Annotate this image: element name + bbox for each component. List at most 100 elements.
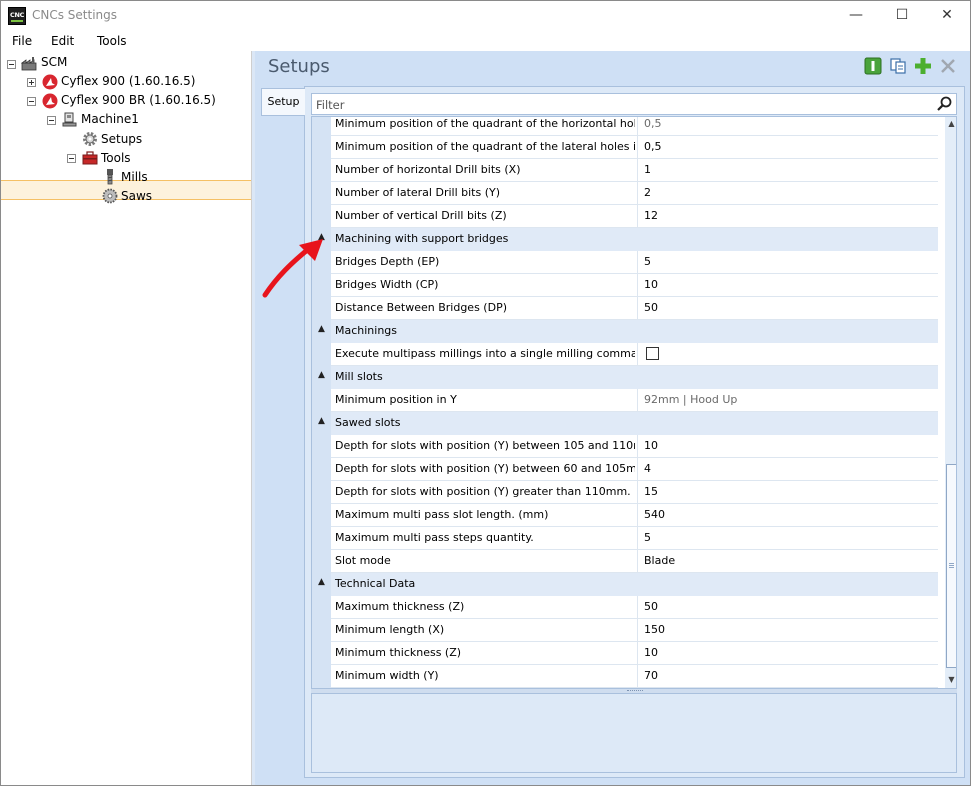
property-row[interactable]: Depth for slots with position (Y) greate… xyxy=(331,481,938,504)
scroll-down-arrow-icon[interactable]: ▼ xyxy=(946,674,956,685)
category-row[interactable]: ▲ Machining with support bridges xyxy=(318,228,938,251)
search-icon[interactable] xyxy=(936,96,954,112)
property-name: Maximum thickness (Z) xyxy=(335,600,465,613)
tree-item-saws[interactable]: Saws xyxy=(121,187,152,206)
factory-icon xyxy=(21,57,37,71)
property-value[interactable]: 92mm | Hood Up xyxy=(644,393,737,406)
property-row[interactable]: Depth for slots with position (Y) betwee… xyxy=(331,435,938,458)
grid-gutter xyxy=(312,117,331,688)
property-row[interactable]: Depth for slots with position (Y) betwee… xyxy=(331,458,938,481)
tree-item-scm[interactable]: SCM xyxy=(41,53,67,72)
tree-item-setups[interactable]: Setups xyxy=(101,130,142,149)
property-value[interactable]: 15 xyxy=(644,485,658,498)
menu-edit[interactable]: Edit xyxy=(51,34,74,48)
property-name: Number of vertical Drill bits (Z) xyxy=(335,209,507,222)
property-row[interactable]: Bridges Width (CP) 10 xyxy=(331,274,938,297)
info-icon[interactable] xyxy=(864,57,882,75)
minimize-button[interactable]: — xyxy=(833,1,879,31)
property-value[interactable]: 0,5 xyxy=(644,117,662,130)
collapse-toggle[interactable] xyxy=(27,97,36,106)
property-row[interactable]: Maximum thickness (Z) 50 xyxy=(331,596,938,619)
property-panel: Filter Minimum position of the quadrant … xyxy=(304,86,965,778)
property-row[interactable]: Maximum multi pass steps quantity. 5 xyxy=(331,527,938,550)
property-value[interactable]: 1 xyxy=(644,163,651,176)
menu-file[interactable]: File xyxy=(12,34,32,48)
category-row[interactable]: ▲ Technical Data xyxy=(318,573,938,596)
property-row[interactable]: Minimum thickness (Z) 10 xyxy=(331,642,938,665)
tree-item-mills[interactable]: Mills xyxy=(121,168,148,187)
expand-toggle[interactable] xyxy=(27,78,36,87)
filter-input[interactable]: Filter xyxy=(311,93,957,115)
property-row[interactable]: Number of lateral Drill bits (Y) 2 xyxy=(331,182,938,205)
property-row[interactable]: Minimum position of the quadrant of the … xyxy=(331,136,938,159)
property-value[interactable]: 50 xyxy=(644,600,658,613)
tree-item-tools[interactable]: Tools xyxy=(101,149,131,168)
collapse-toggle[interactable] xyxy=(47,116,56,125)
property-value[interactable]: 4 xyxy=(644,462,651,475)
tree-item-cyflex-900-br[interactable]: Cyflex 900 BR (1.60.16.5) xyxy=(61,91,216,110)
menu-bar: File Edit Tools xyxy=(1,31,970,51)
property-value[interactable]: 12 xyxy=(644,209,658,222)
collapse-caret-icon[interactable]: ▲ xyxy=(318,577,325,587)
copy-icon[interactable] xyxy=(889,57,907,75)
vertical-scrollbar[interactable]: ▲ ▼ xyxy=(945,117,956,688)
category-label: Mill slots xyxy=(335,370,383,383)
property-value[interactable]: 70 xyxy=(644,669,658,682)
scrollbar-thumb[interactable] xyxy=(946,464,956,668)
maximize-button[interactable]: ☐ xyxy=(879,1,925,31)
property-row[interactable]: Bridges Depth (EP) 5 xyxy=(331,251,938,274)
property-value[interactable]: 50 xyxy=(644,301,658,314)
add-icon[interactable] xyxy=(914,57,932,75)
property-value[interactable]: 540 xyxy=(644,508,665,521)
property-row[interactable]: Execute multipass millings into a single… xyxy=(331,343,938,366)
collapse-caret-icon[interactable]: ▲ xyxy=(318,370,325,380)
collapse-caret-icon[interactable]: ▲ xyxy=(318,416,325,426)
property-row[interactable]: Maximum multi pass slot length. (mm) 540 xyxy=(331,504,938,527)
property-value[interactable]: 5 xyxy=(644,255,651,268)
property-value[interactable]: 0,5 xyxy=(644,140,662,153)
property-name: Number of horizontal Drill bits (X) xyxy=(335,163,521,176)
property-name: Minimum position of the quadrant of the … xyxy=(335,117,635,130)
delete-icon[interactable] xyxy=(939,57,957,75)
property-row[interactable]: Number of vertical Drill bits (Z) 12 xyxy=(331,205,938,228)
property-value[interactable]: 10 xyxy=(644,278,658,291)
property-name: Minimum width (Y) xyxy=(335,669,439,682)
category-row[interactable]: ▲ Machinings xyxy=(318,320,938,343)
property-row[interactable]: Slot mode Blade xyxy=(331,550,938,573)
property-name: Depth for slots with position (Y) greate… xyxy=(335,485,631,498)
menu-tools[interactable]: Tools xyxy=(97,34,127,48)
collapse-toggle[interactable] xyxy=(7,60,16,69)
property-value[interactable]: Blade xyxy=(644,554,675,567)
property-row[interactable]: Minimum position of the quadrant of the … xyxy=(331,117,938,136)
property-value[interactable]: 2 xyxy=(644,186,651,199)
app-window: CNC CNCs Settings — ☐ ✕ File Edit Tools … xyxy=(0,0,971,786)
category-label: Technical Data xyxy=(335,577,416,590)
property-name: Minimum thickness (Z) xyxy=(335,646,462,659)
property-name: Maximum multi pass slot length. (mm) xyxy=(335,508,549,521)
property-grid: Minimum position of the quadrant of the … xyxy=(311,116,957,689)
category-row[interactable]: ▲ Sawed slots xyxy=(318,412,938,435)
property-row[interactable]: Minimum length (X) 150 xyxy=(331,619,938,642)
property-value[interactable]: 10 xyxy=(644,439,658,452)
collapse-toggle[interactable] xyxy=(67,154,76,163)
toolbox-icon xyxy=(82,151,98,165)
scroll-up-arrow-icon[interactable]: ▲ xyxy=(946,118,956,129)
collapse-caret-icon[interactable]: ▲ xyxy=(318,324,325,334)
saw-icon xyxy=(102,188,118,204)
category-row[interactable]: ▲ Mill slots xyxy=(318,366,938,389)
property-value[interactable]: 150 xyxy=(644,623,665,636)
tree-item-cyflex-900[interactable]: Cyflex 900 (1.60.16.5) xyxy=(61,72,195,91)
property-name: Depth for slots with position (Y) betwee… xyxy=(335,462,635,475)
property-row[interactable]: Minimum width (Y) 70 xyxy=(331,665,938,688)
property-row[interactable]: Number of horizontal Drill bits (X) 1 xyxy=(331,159,938,182)
property-row[interactable]: Minimum position in Y 92mm | Hood Up xyxy=(331,389,938,412)
property-name: Depth for slots with position (Y) betwee… xyxy=(335,439,635,452)
setups-pane: Setups Setup Filter Minimum position of … xyxy=(255,51,970,785)
tree-item-machine1[interactable]: Machine1 xyxy=(81,110,139,129)
property-value[interactable]: 5 xyxy=(644,531,651,544)
tab-setup[interactable]: Setup xyxy=(261,88,305,116)
close-button[interactable]: ✕ xyxy=(924,1,970,31)
property-row[interactable]: Distance Between Bridges (DP) 50 xyxy=(331,297,938,320)
property-checkbox[interactable] xyxy=(646,347,659,360)
property-value[interactable]: 10 xyxy=(644,646,658,659)
